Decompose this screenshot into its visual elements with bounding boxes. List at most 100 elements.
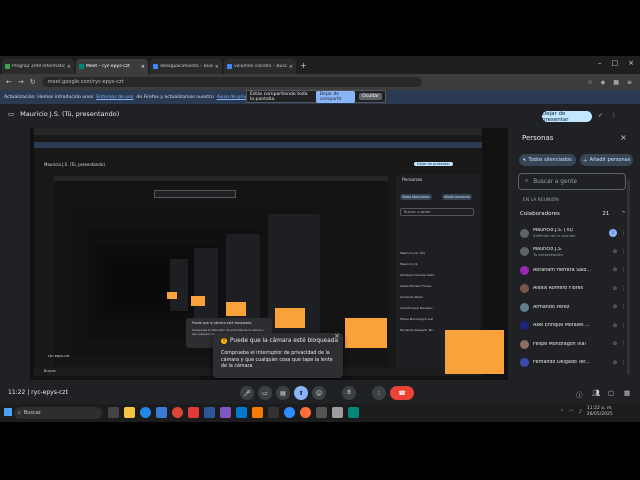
store-icon[interactable] [156, 407, 167, 418]
stop-presenting-button[interactable]: Dejar de presentar [542, 111, 592, 123]
nested-add-people: Añadir personas [442, 194, 472, 200]
self-view-tile-orange [226, 302, 246, 316]
browser-tab-search-1[interactable]: desaguacimiento – Buscar con × [150, 59, 222, 74]
volume-icon[interactable]: ♪ [579, 409, 582, 415]
close-icon[interactable]: × [215, 64, 219, 70]
shield-icon[interactable]: ◈ [601, 79, 606, 86]
leave-call-button[interactable]: ☎ [390, 386, 414, 400]
more-options-icon[interactable]: ⋮ [621, 249, 626, 255]
mic-off-icon[interactable]: ⊘ [613, 323, 617, 329]
stop-sharing-button[interactable]: Dejar de compartir [315, 90, 356, 103]
captions-button[interactable]: ▤ [276, 386, 290, 400]
participant-row[interactable]: Abraham Herrera Sald... ⊘ ⋮ [520, 261, 626, 280]
close-icon[interactable]: × [334, 332, 340, 340]
activities-icon[interactable]: ▦ [624, 389, 630, 397]
participant-role: Tu presentación [533, 251, 563, 257]
more-options-icon[interactable]: ⋮ [621, 304, 626, 310]
mic-off-icon[interactable]: ⊘ [613, 267, 617, 273]
present-button[interactable]: ⬆ [294, 386, 308, 400]
mic-button[interactable]: 🎤︎ [240, 386, 254, 400]
people-search-input[interactable]: ⌕ Buscar a gente [518, 173, 626, 190]
more-options-icon[interactable]: ⋮ [621, 341, 626, 347]
mute-all-button[interactable]: 🔇︎ Todos silenciados [519, 154, 576, 166]
menu-icon[interactable]: ≡ [627, 79, 632, 86]
close-icon[interactable]: × [289, 64, 293, 70]
visual-studio-icon[interactable] [220, 407, 231, 418]
browser-tab-meet[interactable]: Meet – ryc-epys-czt × [76, 59, 148, 74]
mic-off-icon[interactable]: ⊘ [613, 249, 617, 255]
more-options-button[interactable]: ⋮ [372, 386, 386, 400]
browser-tab-search-2[interactable]: volumen cilindro – Buscar con × [224, 59, 296, 74]
mic-off-icon[interactable]: ⊘ [613, 304, 617, 310]
mic-off-icon[interactable]: ⊘ [613, 341, 617, 347]
participant-row[interactable]: Armando Perez ⊘ ⋮ [520, 298, 626, 317]
tray-clock[interactable]: 11:22 a. m. 26/05/2025 [587, 406, 613, 417]
participant-row[interactable]: Mauricio J.S. (Tú) Anfitrión de la reunió… [520, 224, 626, 243]
zoom-icon[interactable] [284, 407, 295, 418]
terminal-icon[interactable] [316, 407, 327, 418]
camera-button[interactable]: ▭ [258, 386, 272, 400]
bookmark-star-icon[interactable]: ☆ [587, 79, 592, 86]
reload-icon[interactable]: ↻ [30, 78, 36, 86]
info-icon[interactable]: ⓘ [576, 389, 583, 399]
app-icon[interactable] [188, 407, 199, 418]
more-options-icon[interactable]: ⋮ [621, 360, 626, 366]
people-icon[interactable]: 👥︎ [592, 389, 600, 397]
close-icon[interactable]: × [141, 64, 145, 70]
close-panel-icon[interactable]: × [620, 133, 627, 142]
word-icon[interactable] [204, 407, 215, 418]
mic-off-icon[interactable]: ⊘ [613, 286, 617, 292]
terminal-icon[interactable] [268, 407, 279, 418]
participant-row[interactable]: Axel Enrique Morales ... ⊘ ⋮ [520, 317, 626, 336]
reactions-button[interactable]: ☺ [312, 386, 326, 400]
windows-start-icon[interactable] [4, 408, 12, 416]
terms-link[interactable]: Entornos de uso [96, 95, 133, 100]
maximize-icon[interactable]: □ [612, 59, 619, 67]
file-explorer-icon[interactable] [124, 407, 135, 418]
chat-icon[interactable]: ▢ [608, 389, 614, 397]
people-scrollbar[interactable] [627, 180, 630, 375]
vlc-icon[interactable] [252, 407, 263, 418]
task-view-icon[interactable] [108, 407, 119, 418]
nested-people-title: Personas [402, 178, 423, 183]
forward-icon[interactable]: → [18, 78, 24, 86]
participant-row[interactable]: Alexis Romero Flores ⊘ ⋮ [520, 280, 626, 299]
collaborators-group[interactable]: Colaboradores 21 ⌃ [520, 207, 626, 221]
meet-icon[interactable] [348, 407, 359, 418]
mic-icon: 🎤︎ [243, 389, 251, 397]
wifi-icon[interactable]: ◠ [569, 409, 573, 415]
pin-icon[interactable]: ✓ [598, 112, 603, 119]
taskbar-search[interactable]: ⌕ Buscar [14, 407, 102, 419]
close-icon[interactable]: × [67, 64, 71, 70]
more-options-icon[interactable]: ⋮ [621, 286, 626, 292]
firefox-icon[interactable] [300, 407, 311, 418]
people-panel-title: Personas [522, 134, 554, 142]
nested-names: Mauricio J.S. (Tú) Mauricio J.S. Abraham… [400, 248, 476, 336]
more-options-icon[interactable]: ⋮ [621, 230, 626, 236]
add-people-button[interactable]: ＋ Añadir personas [580, 154, 633, 166]
vscode-icon[interactable] [236, 407, 247, 418]
chrome-icon[interactable] [172, 407, 183, 418]
minimize-icon[interactable]: – [598, 59, 602, 67]
browser-tab-classroom[interactable]: Progra2 2/99 Informática · Clas × [2, 59, 74, 74]
nested-search: Buscar a gente [400, 208, 474, 216]
participant-row[interactable]: Felipe Mondragón Ival ⊘ ⋮ [520, 335, 626, 354]
hide-button[interactable]: Ocultar [359, 93, 382, 100]
more-options-icon[interactable]: ⋮ [611, 112, 617, 119]
chevron-up-icon[interactable]: ⌃ [560, 409, 564, 415]
meeting-info: 11:22 | ryc-epys-czt [8, 389, 68, 396]
url-bar[interactable]: meet.google.com/ryc-epys-czt [41, 77, 422, 87]
participant-row[interactable]: Mauricio J.S. Tu presentación ⊘ ⋮ [520, 243, 626, 262]
close-window-icon[interactable]: × [628, 59, 634, 67]
more-options-icon[interactable]: ⋮ [621, 323, 626, 329]
participant-row[interactable]: Fernando Delgado Ter... ⊘ ⋮ [520, 354, 626, 373]
more-options-icon[interactable]: ⋮ [621, 267, 626, 273]
app-icon[interactable] [332, 407, 343, 418]
back-icon[interactable]: ← [6, 78, 12, 86]
mic-off-icon[interactable]: ⊘ [613, 360, 617, 366]
extensions-icon[interactable]: ▦ [613, 79, 619, 86]
new-tab-icon[interactable]: + [300, 61, 307, 70]
nested-name: Abraham Herrera Sald... [400, 273, 437, 277]
hand-raise-button[interactable]: ✋︎ [342, 386, 356, 400]
edge-icon[interactable] [140, 407, 151, 418]
